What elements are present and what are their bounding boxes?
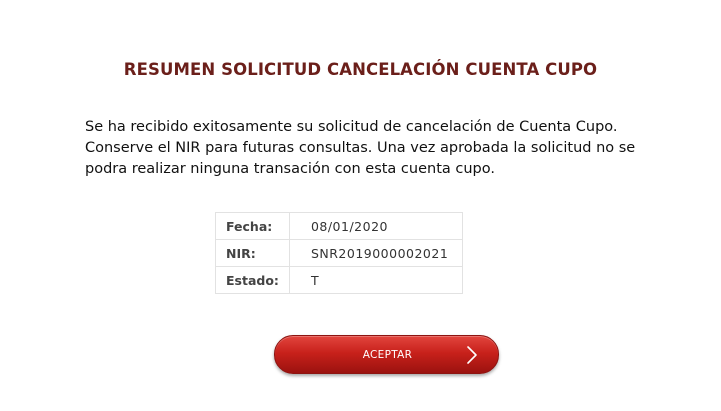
status-label: Estado: (215, 266, 290, 294)
chevron-right-icon (467, 346, 477, 364)
table-row: NIR: SNR2019000002021 (215, 239, 463, 267)
table-row: Estado: T (215, 266, 463, 294)
table-row: Fecha: 08/01/2020 (215, 212, 463, 240)
nir-label: NIR: (215, 239, 290, 267)
date-value: 08/01/2020 (288, 212, 463, 240)
accept-button[interactable]: ACEPTAR (274, 335, 499, 374)
date-label: Fecha: (215, 212, 290, 240)
page-title: RESUMEN SOLICITUD CANCELACIÓN CUENTA CUP… (123, 60, 598, 79)
status-value: T (288, 266, 463, 294)
details-table: Fecha: 08/01/2020 NIR: SNR2019000002021 … (215, 212, 463, 294)
nir-value: SNR2019000002021 (288, 239, 463, 267)
confirmation-message: Se ha recibido exitosamente su solicitud… (85, 119, 636, 177)
